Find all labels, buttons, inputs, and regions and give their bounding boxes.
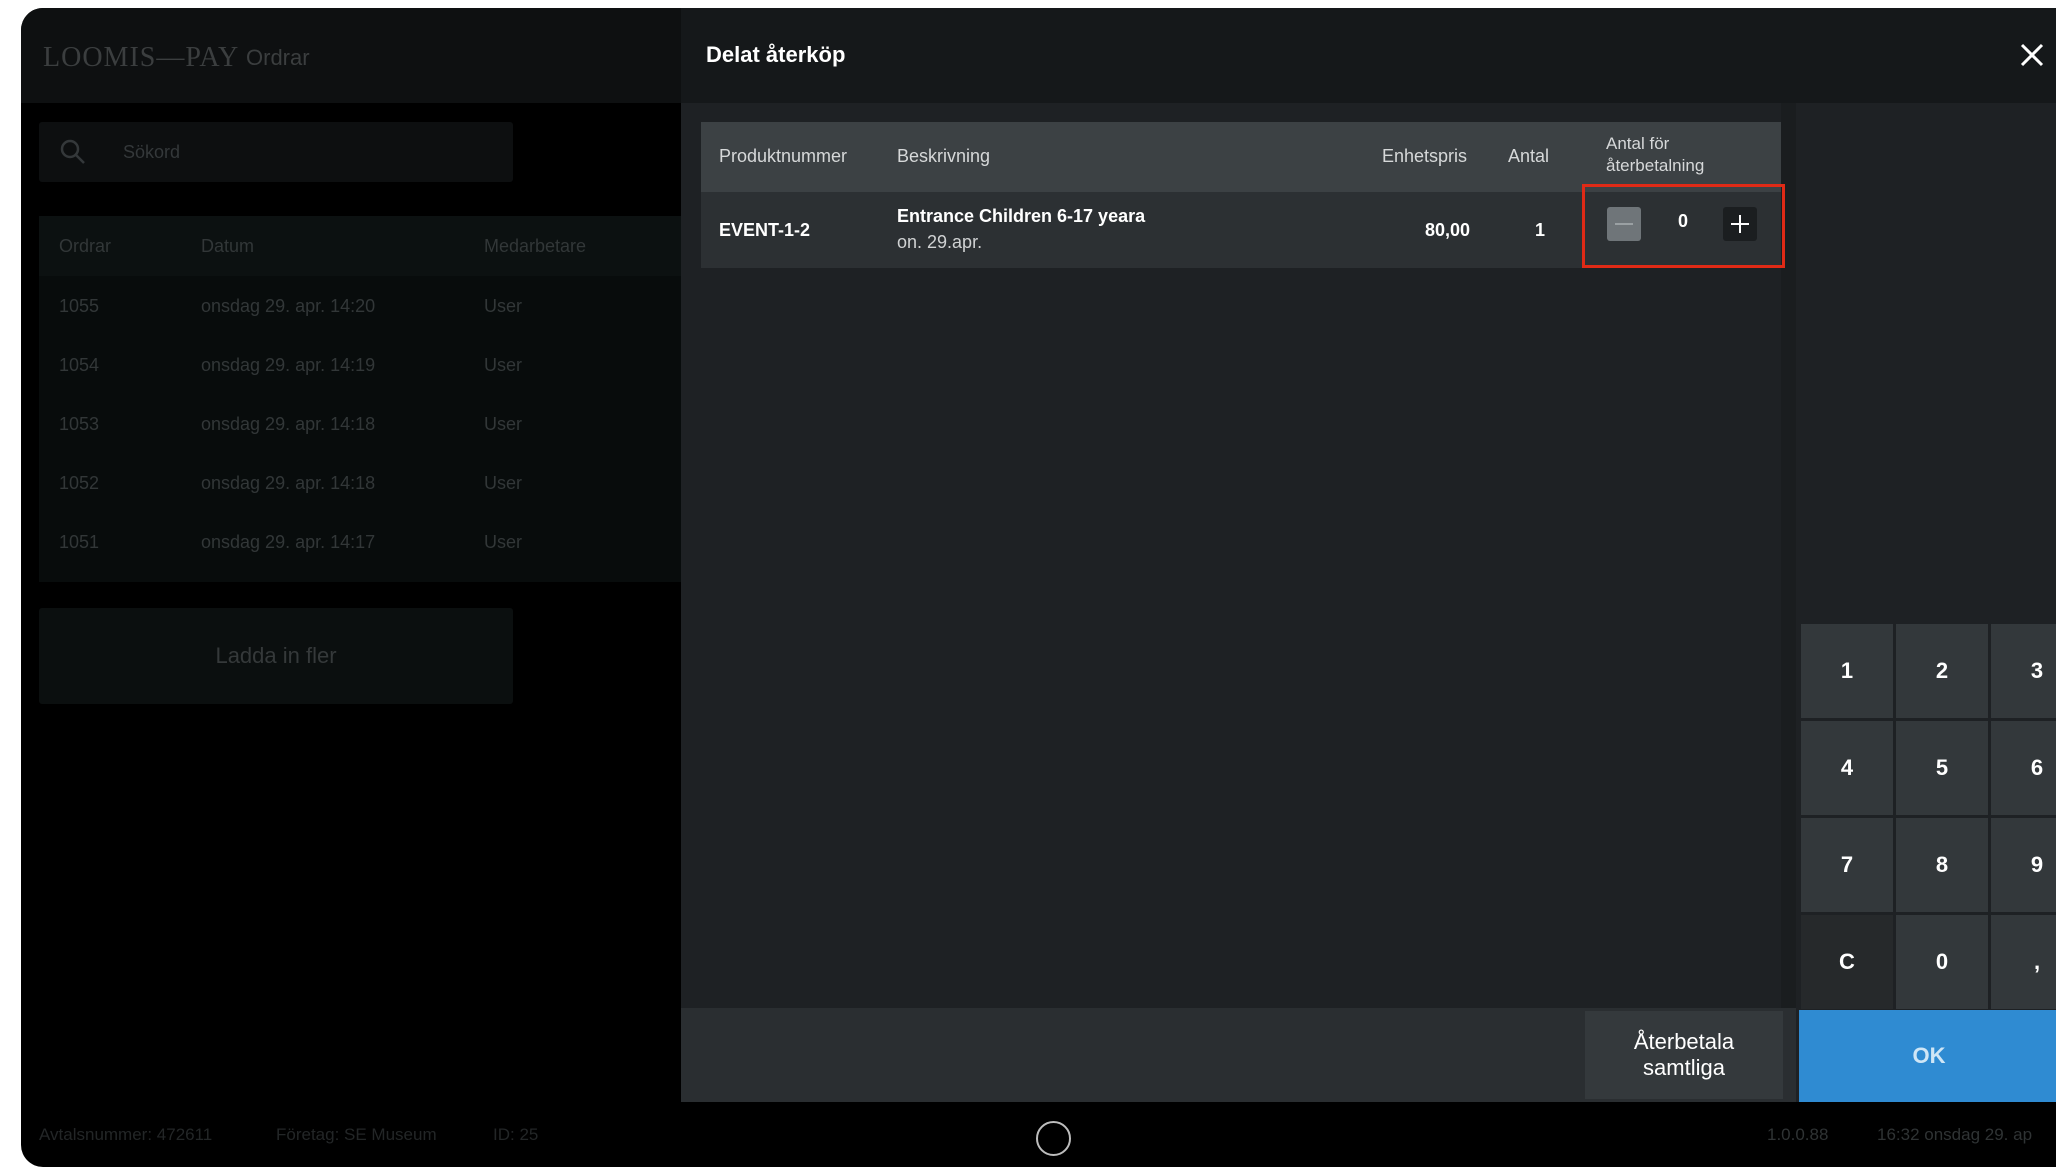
- terminal-id: ID: 25: [493, 1125, 539, 1144]
- key-5[interactable]: 5: [1896, 721, 1988, 815]
- order-date: onsdag 29. apr. 14:18: [201, 473, 376, 493]
- table-row[interactable]: 1051 onsdag 29. apr. 14:17 User: [39, 512, 699, 571]
- refund-all-button[interactable]: Återbetala samtliga: [1585, 1011, 1783, 1099]
- column-header-date: Datum: [201, 236, 255, 256]
- column-header-refund-qty-line1: Antal för: [1606, 134, 1670, 153]
- home-button[interactable]: [1036, 1121, 1071, 1156]
- refund-quantity-value[interactable]: 0: [1663, 211, 1703, 232]
- decrement-button[interactable]: [1607, 207, 1641, 241]
- order-user: User: [484, 532, 523, 552]
- column-header-description: Beskrivning: [897, 146, 991, 166]
- key-4[interactable]: 4: [1801, 721, 1893, 815]
- column-header-employee: Medarbetare: [484, 236, 587, 256]
- key-8[interactable]: 8: [1896, 818, 1988, 912]
- company-name: Företag: SE Museum: [276, 1125, 437, 1144]
- key-7[interactable]: 7: [1801, 818, 1893, 912]
- ok-button[interactable]: OK: [1799, 1010, 2056, 1102]
- refund-quantity-stepper: 0: [1582, 184, 1785, 268]
- search-input[interactable]: Sökord: [39, 122, 513, 182]
- table-row[interactable]: 1054 onsdag 29. apr. 14:19 User: [39, 335, 699, 394]
- app-header: LOOMIS—PAY Ordrar: [21, 8, 681, 103]
- column-header-unit-price: Enhetspris: [1382, 146, 1468, 166]
- order-id: 1053: [59, 414, 100, 434]
- partial-refund-dialog: Delat återköp Produktnummer Beskrivning …: [681, 8, 2056, 1102]
- close-icon[interactable]: [2017, 40, 2047, 70]
- increment-button[interactable]: [1723, 207, 1757, 241]
- clock: 16:32 onsdag 29. ap: [1877, 1125, 2033, 1144]
- dialog-title: Delat återköp: [706, 42, 846, 67]
- app-version: 1.0.0.88: [1767, 1125, 1829, 1144]
- key-6[interactable]: 6: [1991, 721, 2056, 815]
- search-placeholder: Sökord: [123, 142, 181, 162]
- dialog-header: Delat återköp: [681, 8, 2056, 103]
- key-comma[interactable]: ,: [1991, 915, 2056, 1009]
- order-user: User: [484, 355, 523, 375]
- order-user: User: [484, 296, 523, 316]
- table-row[interactable]: 1053 onsdag 29. apr. 14:18 User: [39, 394, 699, 453]
- table-row[interactable]: 1055 onsdag 29. apr. 14:20 User: [39, 276, 699, 335]
- orders-table-header: Ordrar Datum Medarbetare: [39, 216, 699, 276]
- order-date: onsdag 29. apr. 14:18: [201, 414, 376, 434]
- order-user: User: [484, 414, 523, 434]
- app-title: Ordrar: [246, 45, 310, 70]
- orders-table: Ordrar Datum Medarbetare 1055 onsdag 29.…: [39, 216, 699, 582]
- refund-table-header: Produktnummer Beskrivning Enhetspris Ant…: [701, 122, 1781, 192]
- table-row[interactable]: 1052 onsdag 29. apr. 14:18 User: [39, 453, 699, 512]
- key-9[interactable]: 9: [1991, 818, 2056, 912]
- key-clear[interactable]: C: [1801, 915, 1893, 1009]
- key-3[interactable]: 3: [1991, 624, 2056, 718]
- order-id: 1055: [59, 296, 100, 316]
- column-header-quantity: Antal: [1508, 146, 1550, 166]
- order-id: 1054: [59, 355, 100, 375]
- product-description: Entrance Children 6-17 yeara: [897, 206, 1146, 226]
- order-date: onsdag 29. apr. 14:20: [201, 296, 376, 316]
- product-number: EVENT-1-2: [719, 220, 811, 240]
- column-header-refund-qty-line2: återbetalning: [1606, 156, 1705, 175]
- agreement-number: Avtalsnummer: 472611: [39, 1125, 213, 1144]
- order-id: 1052: [59, 473, 100, 493]
- key-2[interactable]: 2: [1896, 624, 1988, 718]
- unit-price: 80,00: [1425, 220, 1471, 240]
- column-header-orders: Ordrar: [59, 236, 112, 256]
- order-id: 1051: [59, 532, 100, 552]
- order-user: User: [484, 473, 523, 493]
- search-icon: [59, 138, 87, 171]
- key-0[interactable]: 0: [1896, 915, 1988, 1009]
- order-date: onsdag 29. apr. 14:19: [201, 355, 376, 375]
- order-date: onsdag 29. apr. 14:17: [201, 532, 376, 552]
- load-more-button[interactable]: Ladda in fler: [39, 608, 513, 704]
- tablet-screen: LOOMIS—PAY Ordrar Sökord Ordrar Datum Me…: [21, 8, 2056, 1167]
- product-date: on. 29.apr.: [897, 232, 983, 252]
- key-1[interactable]: 1: [1801, 624, 1893, 718]
- column-header-product-number: Produktnummer: [719, 146, 848, 166]
- quantity: 1: [1535, 220, 1546, 240]
- loomis-pay-logo: LOOMIS—PAY: [43, 42, 240, 73]
